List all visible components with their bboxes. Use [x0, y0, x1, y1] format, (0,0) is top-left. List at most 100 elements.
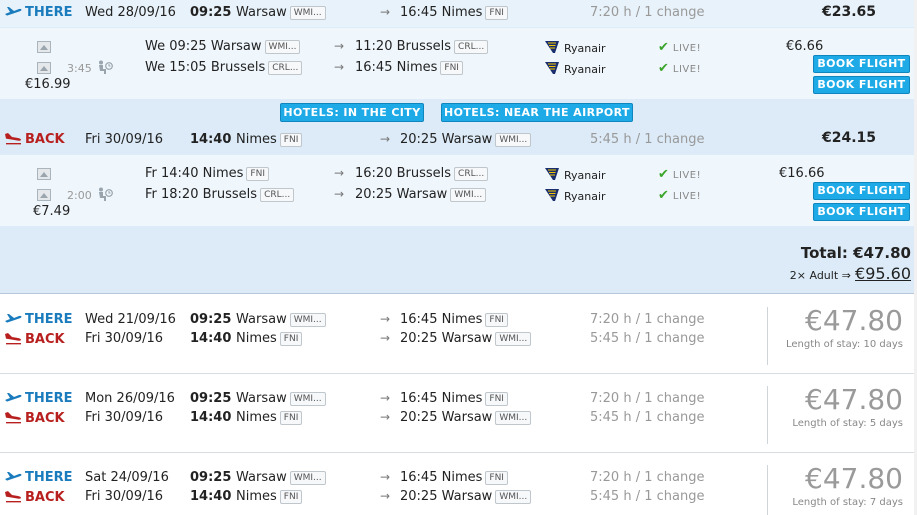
trip-price[interactable]: €47.80 [805, 304, 903, 337]
inbound-direction: BACK [4, 410, 65, 426]
airline-name: Ryanair [564, 169, 606, 182]
stay-label: Length of stay: [792, 497, 867, 508]
arr-city: Nimes [441, 470, 483, 485]
leg-departure: We 09:25 Warsaw WMI... [145, 39, 301, 54]
inbound-dep-place: Nimes FNI [236, 331, 303, 346]
arrow-icon: → [380, 331, 391, 345]
trip-price[interactable]: €47.80 [805, 383, 903, 416]
waiting-person-icon [99, 187, 113, 201]
inbound-duration: 5:45 h / 1 change [590, 410, 705, 425]
book-flight-button[interactable]: BOOK FLIGHT [813, 55, 910, 73]
trip-price[interactable]: €47.80 [805, 462, 903, 495]
plane-landing-icon [5, 491, 21, 503]
check-icon: ✔ [658, 188, 669, 203]
leg-airline: Ryanair [544, 167, 606, 183]
leg-airline: Ryanair [544, 188, 606, 204]
book-flight-button[interactable]: BOOK FLIGHT [813, 182, 910, 200]
leg-from: Brussels [210, 60, 266, 75]
airport-code: CRL... [268, 61, 303, 75]
inbound-duration: 5:45 h / 1 change [590, 331, 705, 346]
adult-total-value[interactable]: €95.60 [855, 264, 911, 283]
back-label: BACK [25, 411, 65, 426]
arrow-icon: → [334, 166, 345, 180]
inbound-price: €24.15 [822, 130, 877, 146]
leg-arrival: 16:45 Nimes FNI [355, 60, 463, 75]
trip-result[interactable]: THERE Mon 26/09/16 09:25 Warsaw WMI... → … [0, 374, 917, 453]
image-thumbnail-icon [37, 189, 51, 201]
leg-price: €6.66 [786, 39, 824, 54]
back-label: BACK [25, 132, 65, 147]
arr-time: 20:25 [400, 132, 438, 147]
check-icon: ✔ [658, 167, 669, 182]
arrow-icon: → [380, 391, 391, 405]
outbound-arr: 16:45 Nimes FNI [400, 391, 508, 406]
live-label: LIVE! [672, 64, 702, 75]
stay-value: 7 days [869, 497, 903, 508]
inbound-date: Fri 30/09/16 [85, 410, 164, 425]
ryanair-harp-icon [545, 189, 559, 201]
plane-takeoff-icon [5, 393, 22, 402]
leg-to-time: 16:45 [355, 60, 393, 75]
outbound-direction: THERE [4, 470, 73, 485]
leg-arrival: 16:20 Brussels CRL... [355, 166, 489, 181]
airport-code: FNI [246, 167, 269, 181]
leg-to: Nimes [396, 60, 438, 75]
inbound-arr: 20:25 Warsaw WMI... [400, 410, 532, 425]
waiting-person-icon [99, 60, 113, 74]
book-flight-button[interactable]: BOOK FLIGHT [813, 76, 910, 94]
leg-airline: Ryanair [544, 40, 606, 56]
leg-live-status: ✔ LIVE! [658, 188, 701, 203]
stay-label: Length of stay: [792, 418, 867, 429]
leg-from: Warsaw [210, 39, 262, 54]
outbound-direction: THERE [4, 5, 73, 20]
leg-day-time: We 15:05 [145, 60, 207, 75]
outbound-duration: 7:20 h / 1 change [590, 470, 705, 485]
outbound-details: 3:45 €16.99 We 09:25 Warsaw WMI... → 11:2… [0, 28, 917, 99]
there-label: THERE [25, 391, 73, 406]
arr-time: 16:45 [400, 470, 438, 485]
leg-to-time: 11:20 [355, 39, 393, 54]
hotels-in-city-button[interactable]: HOTELS: IN THE CITY [280, 103, 424, 122]
airport-code: FNI [279, 411, 303, 425]
trip-result[interactable]: THERE Wed 21/09/16 09:25 Warsaw WMI... → … [0, 295, 917, 374]
ryanair-harp-icon [545, 168, 559, 180]
airport-code: FNI [485, 6, 508, 20]
arrow-icon: → [380, 410, 391, 424]
divider [767, 386, 768, 444]
ryanair-harp-icon [545, 62, 559, 74]
leg-to-time: 20:25 [355, 187, 393, 202]
image-thumbnail-icon [37, 41, 51, 53]
length-of-stay: Length of stay: 5 days [792, 418, 903, 429]
inbound-arr: 20:25 Warsaw WMI... [400, 331, 532, 346]
inbound-summary-row[interactable]: BACK Fri 30/09/16 14:40 Nimes FNI → 20:25… [0, 126, 917, 153]
book-flight-button[interactable]: BOOK FLIGHT [813, 203, 910, 221]
outbound-dep-place: Warsaw WMI... [236, 312, 326, 327]
leg-live-status: ✔ LIVE! [658, 61, 701, 76]
inbound-direction: BACK [4, 489, 65, 505]
plane-takeoff-icon [5, 314, 22, 323]
leg-day-time: We 09:25 [145, 39, 207, 54]
airport-code: WMI... [289, 471, 326, 485]
divider [767, 307, 768, 365]
outbound-direction: THERE [4, 312, 73, 327]
inbound-dep-place: Nimes FNI [236, 410, 303, 425]
outbound-summary-row[interactable]: THERE Wed 28/09/16 09:25 Warsaw WMI... → … [0, 0, 917, 27]
inbound-dep-time: 14:40 [190, 132, 232, 147]
dep-city: Nimes [236, 331, 277, 346]
inbound-direction: BACK [4, 331, 65, 347]
there-label: THERE [25, 470, 73, 485]
layover-duration: 3:45 [67, 62, 92, 75]
trip-result[interactable]: THERE Sat 24/09/16 09:25 Warsaw WMI... → … [0, 453, 917, 515]
plane-landing-icon [5, 412, 21, 424]
plane-takeoff-icon [5, 7, 22, 16]
airport-code: WMI... [495, 332, 532, 346]
expanded-result: THERE Wed 28/09/16 09:25 Warsaw WMI... → … [0, 0, 917, 294]
dep-city: Nimes [236, 132, 277, 147]
arrow-icon: → [334, 39, 345, 53]
leg-departure: Fr 14:40 Nimes FNI [145, 166, 269, 181]
arr-time: 20:25 [400, 410, 438, 425]
leg-arrival: 20:25 Warsaw WMI... [355, 187, 487, 202]
arrow-icon: → [334, 187, 345, 201]
dep-city: Warsaw [236, 391, 287, 406]
hotels-near-airport-button[interactable]: HOTELS: NEAR THE AIRPORT [441, 103, 633, 122]
